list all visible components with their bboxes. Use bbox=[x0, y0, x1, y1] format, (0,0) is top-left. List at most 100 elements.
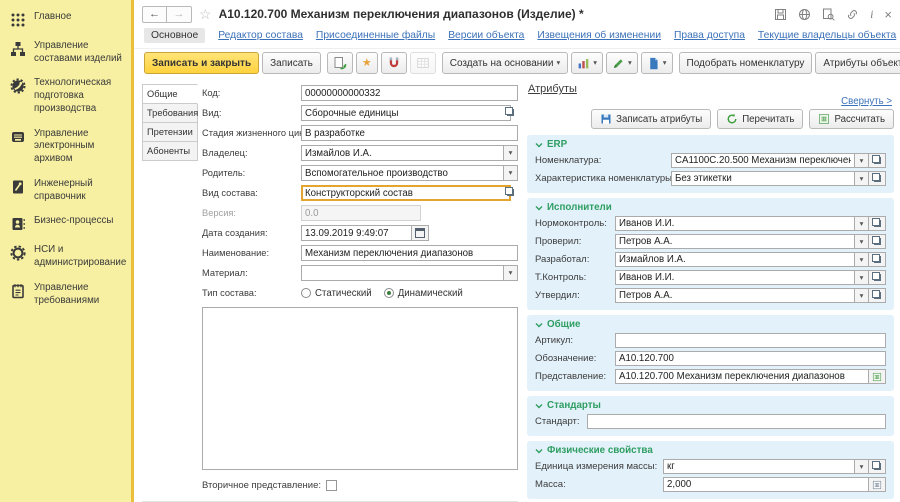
tab-main[interactable]: Основное bbox=[144, 28, 205, 43]
save-icon[interactable] bbox=[774, 8, 787, 21]
calendar-button[interactable] bbox=[411, 225, 429, 241]
owner-input[interactable] bbox=[301, 145, 504, 161]
info-icon[interactable]: i bbox=[870, 7, 873, 22]
description-textarea[interactable] bbox=[202, 307, 518, 470]
mass-calculate-button[interactable] bbox=[868, 477, 886, 492]
sidebar-item-nsi-administration[interactable]: НСИ и администрирование bbox=[0, 238, 131, 275]
mass-input[interactable] bbox=[663, 477, 869, 492]
edit-button[interactable]: ▾ bbox=[606, 52, 638, 74]
composition-kind-input[interactable] bbox=[301, 185, 511, 201]
open-button[interactable] bbox=[868, 216, 886, 231]
dropdown-button[interactable]: ▾ bbox=[503, 165, 518, 181]
dropdown-button[interactable]: ▾ bbox=[854, 252, 869, 267]
tab-change-notices[interactable]: Извещения об изменении bbox=[537, 30, 661, 41]
nomenclature-input[interactable] bbox=[671, 153, 855, 168]
approved-by-input[interactable] bbox=[615, 288, 855, 303]
open-button[interactable] bbox=[868, 153, 886, 168]
lifecycle-stage-input[interactable] bbox=[301, 125, 518, 141]
designation-input[interactable] bbox=[615, 351, 886, 366]
section-header[interactable]: Общие bbox=[535, 319, 886, 330]
created-date-input[interactable] bbox=[301, 225, 412, 241]
tab-attached-files[interactable]: Присоединенные файлы bbox=[316, 30, 435, 41]
save-and-close-button[interactable]: Записать и закрыть bbox=[144, 52, 259, 74]
section-header[interactable]: Исполнители bbox=[535, 202, 886, 213]
open-button[interactable] bbox=[868, 171, 886, 186]
sidebar-item-business-processes[interactable]: Бизнес-процессы bbox=[0, 209, 131, 238]
section-header[interactable]: Стандарты bbox=[535, 400, 886, 411]
dropdown-button[interactable]: ▾ bbox=[854, 270, 869, 285]
open-icon[interactable] bbox=[507, 109, 514, 116]
tab-composition-editor[interactable]: Редактор состава bbox=[218, 30, 303, 41]
dropdown-button[interactable]: ▾ bbox=[854, 288, 869, 303]
mass-unit-input[interactable] bbox=[663, 459, 855, 474]
sidebar-item-product-compositions[interactable]: Управление составами изделий bbox=[0, 34, 131, 71]
search-document-icon[interactable] bbox=[822, 8, 835, 21]
presentation-input[interactable] bbox=[615, 369, 869, 384]
save-button[interactable]: Записать bbox=[262, 52, 321, 74]
standard-input[interactable] bbox=[587, 414, 886, 429]
parent-input[interactable] bbox=[301, 165, 504, 181]
tab-claims[interactable]: Претензии bbox=[142, 122, 198, 142]
object-attributes-button[interactable]: Атрибуты объектов bbox=[815, 52, 900, 74]
favorite-star-icon[interactable]: ☆ bbox=[199, 7, 212, 21]
open-icon[interactable] bbox=[507, 189, 514, 196]
globe-icon[interactable] bbox=[798, 8, 811, 21]
secondary-view-checkbox[interactable] bbox=[326, 480, 337, 491]
sidebar-item-engineering-reference[interactable]: Инженерный справочник bbox=[0, 172, 131, 209]
checked-by-input[interactable] bbox=[615, 234, 855, 249]
open-button[interactable] bbox=[868, 234, 886, 249]
dropdown-button[interactable]: ▾ bbox=[854, 234, 869, 249]
open-button[interactable] bbox=[868, 459, 886, 474]
article-input[interactable] bbox=[615, 333, 886, 348]
link-icon[interactable] bbox=[846, 8, 859, 21]
tab-current-owners[interactable]: Текущие владельцы объекта bbox=[758, 30, 896, 41]
tab-access-rights[interactable]: Права доступа bbox=[674, 30, 745, 41]
tab-requirements[interactable]: Требования bbox=[142, 103, 198, 123]
collapse-link[interactable]: Свернуть > bbox=[841, 96, 892, 107]
dropdown-button[interactable]: ▾ bbox=[503, 145, 518, 161]
tab-general[interactable]: Общие bbox=[142, 84, 198, 104]
name-input[interactable] bbox=[301, 245, 518, 261]
sidebar-item-main[interactable]: Главное bbox=[0, 5, 131, 34]
material-input[interactable] bbox=[301, 265, 504, 281]
code-input[interactable] bbox=[301, 85, 518, 101]
table-view-button[interactable] bbox=[410, 52, 436, 74]
tech-control-input[interactable] bbox=[615, 270, 855, 285]
sidebar-item-requirements-management[interactable]: Управление требованиями bbox=[0, 276, 131, 313]
dropdown-button[interactable]: ▾ bbox=[854, 459, 869, 474]
reread-button[interactable]: Перечитать bbox=[717, 109, 803, 129]
reports-button[interactable]: ▾ bbox=[571, 52, 603, 74]
radio-dynamic[interactable]: Динамический bbox=[384, 288, 463, 299]
favorites-button[interactable]: ★ bbox=[356, 52, 378, 74]
open-button[interactable] bbox=[868, 270, 886, 285]
save-attributes-button[interactable]: Записать атрибуты bbox=[591, 109, 711, 129]
sidebar-item-tech-preparation[interactable]: Технологическая подготовка производства bbox=[0, 71, 131, 121]
pick-nomenclature-button[interactable]: Подобрать номенклатуру bbox=[679, 52, 813, 74]
calculate-button[interactable]: Рассчитать bbox=[809, 109, 894, 129]
section-header[interactable]: ERP bbox=[535, 139, 886, 150]
create-based-on-button[interactable]: Создать на основании ▾ bbox=[442, 52, 569, 74]
nomenclature-characteristic-input[interactable] bbox=[671, 171, 855, 186]
dropdown-button[interactable]: ▾ bbox=[854, 216, 869, 231]
document-refresh-button[interactable] bbox=[327, 52, 353, 74]
magnet-button[interactable] bbox=[381, 52, 407, 74]
forward-button[interactable]: → bbox=[167, 6, 192, 23]
attributes-title[interactable]: Атрибуты bbox=[528, 83, 577, 95]
kind-input[interactable] bbox=[301, 105, 511, 121]
developed-by-input[interactable] bbox=[615, 252, 855, 267]
open-button[interactable] bbox=[868, 288, 886, 303]
back-button[interactable]: ← bbox=[142, 6, 167, 23]
norm-control-input[interactable] bbox=[615, 216, 855, 231]
open-button[interactable] bbox=[868, 252, 886, 267]
tab-object-versions[interactable]: Версии объекта bbox=[448, 30, 524, 41]
close-icon[interactable]: × bbox=[884, 8, 892, 21]
dropdown-button[interactable]: ▾ bbox=[854, 153, 869, 168]
sidebar-item-electronic-archive[interactable]: Управление электронным архивом bbox=[0, 122, 131, 172]
section-header[interactable]: Физические свойства bbox=[535, 445, 886, 456]
radio-static[interactable]: Статический bbox=[301, 288, 372, 299]
dropdown-button[interactable]: ▾ bbox=[854, 171, 869, 186]
tab-subscribers[interactable]: Абоненты bbox=[142, 141, 198, 161]
document-button[interactable]: ▾ bbox=[641, 52, 673, 74]
calculate-presentation-button[interactable] bbox=[868, 369, 886, 384]
dropdown-button[interactable]: ▾ bbox=[503, 265, 518, 281]
